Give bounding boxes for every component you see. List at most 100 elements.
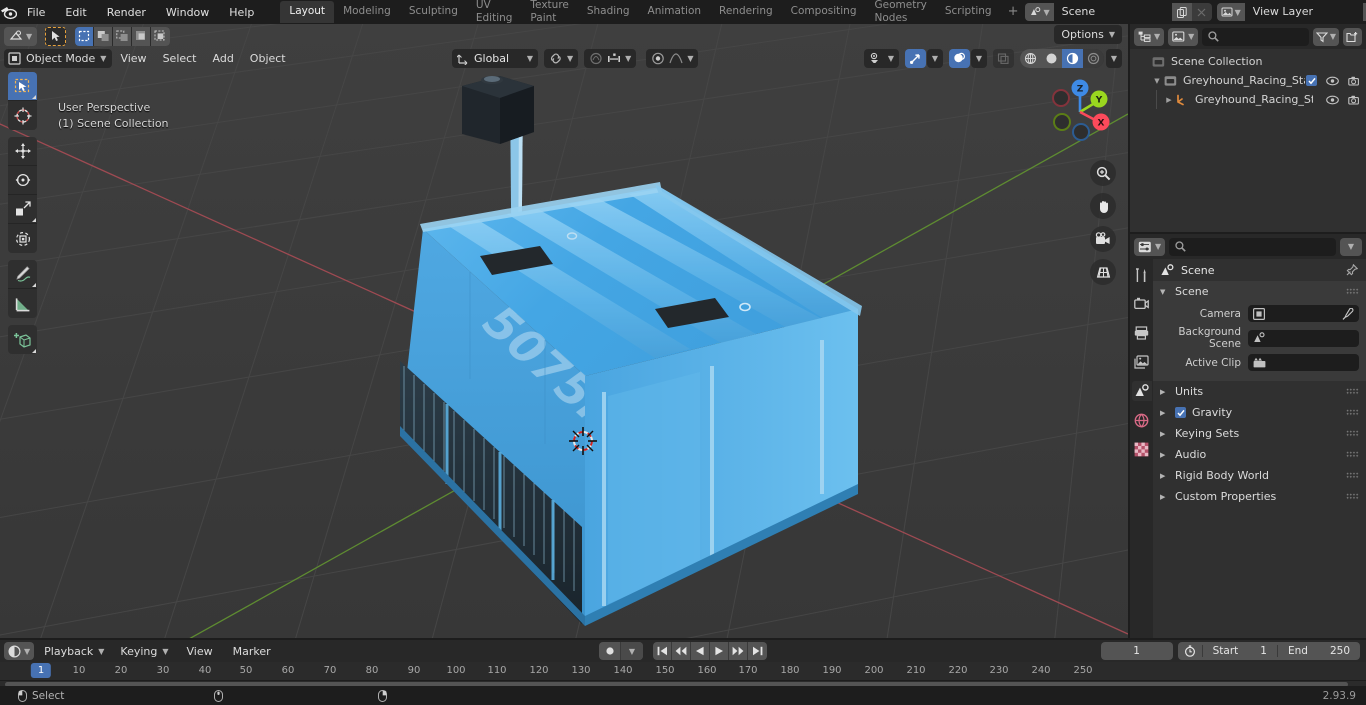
- panel-header-rigid-body-world[interactable]: ▶ Rigid Body World: [1153, 465, 1366, 486]
- viewport-options-button[interactable]: Options ▼: [1054, 25, 1122, 44]
- menu-help[interactable]: Help: [219, 3, 264, 22]
- expand-triangle-right-icon[interactable]: ▶: [1162, 96, 1176, 104]
- scene-new-button[interactable]: [1171, 3, 1192, 21]
- viewport-visibility-selector[interactable]: ▼: [863, 48, 899, 68]
- shading-dropdown[interactable]: ▼: [1106, 48, 1122, 68]
- properties-editor-type-icon[interactable]: ▼: [1134, 237, 1166, 256]
- shading-wireframe-button[interactable]: [1020, 48, 1041, 68]
- outliner-row-greyhound-collection[interactable]: ▼ Greyhound_Racing_Starting_B: [1130, 71, 1366, 90]
- view-layer-icon[interactable]: [1132, 352, 1152, 372]
- scene-browse-icon[interactable]: ▼: [1025, 3, 1054, 21]
- viewport-gizmos-toggle[interactable]: [905, 48, 926, 68]
- shading-rendered-button[interactable]: [1083, 48, 1104, 68]
- next-keyframe-icon[interactable]: [729, 642, 748, 660]
- tab-scripting[interactable]: Scripting: [936, 1, 1001, 23]
- disable-in-renders-camera-icon[interactable]: [1348, 95, 1361, 105]
- pin-icon[interactable]: [1346, 264, 1358, 276]
- shading-solid-button[interactable]: [1041, 48, 1062, 68]
- proportional-edit-group[interactable]: ▼: [584, 48, 637, 68]
- gravity-checkbox[interactable]: [1175, 407, 1186, 418]
- scene-icon[interactable]: [1131, 381, 1152, 401]
- pan-hand-icon[interactable]: [1090, 193, 1116, 219]
- outliner-editor[interactable]: ▼ ▼ ▼ Scene Collection ▼ Greyhound_Racin…: [1130, 24, 1366, 232]
- editor-type-selector[interactable]: ▼: [4, 26, 38, 46]
- timeline-editor-type-icon[interactable]: ▼: [4, 642, 35, 660]
- interaction-mode-selector[interactable]: Object Mode ▼: [4, 48, 113, 68]
- hide-in-viewport-eye-icon[interactable]: [1326, 76, 1339, 86]
- jump-start-icon[interactable]: [653, 642, 672, 660]
- tab-sculpting[interactable]: Sculpting: [400, 1, 467, 23]
- panel-header-gravity[interactable]: ▶ Gravity: [1153, 402, 1366, 423]
- outliner-display-mode-icon[interactable]: ▼: [1168, 27, 1199, 46]
- outliner-row-greyhound-object[interactable]: ▶ Greyhound_Racing_Start: [1130, 90, 1366, 109]
- viewport-menu-object[interactable]: Object: [242, 49, 294, 68]
- snap-target-selector[interactable]: ▼: [544, 48, 579, 68]
- annotate-tool-icon[interactable]: [8, 260, 37, 289]
- timeline-menu-view[interactable]: View: [179, 645, 221, 658]
- playback-dropdown[interactable]: Playback ▼: [38, 642, 111, 660]
- properties-search-input[interactable]: [1169, 237, 1336, 256]
- timeline-menu-marker[interactable]: Marker: [225, 645, 279, 658]
- shading-material-preview-button[interactable]: [1062, 48, 1083, 68]
- transform-orientation-selector[interactable]: Global ▼: [452, 48, 538, 68]
- tab-rendering[interactable]: Rendering: [710, 1, 782, 23]
- keying-dropdown[interactable]: Keying ▼: [114, 642, 175, 660]
- prev-keyframe-icon[interactable]: [672, 642, 691, 660]
- jump-end-icon[interactable]: [748, 642, 767, 660]
- scene-selector[interactable]: ▼ Scene: [1025, 3, 1212, 21]
- navigation-gizmo[interactable]: Z Y X: [1040, 72, 1120, 152]
- select-intersect-mode-icon[interactable]: [151, 26, 171, 46]
- ortho-persp-icon[interactable]: [1090, 259, 1116, 285]
- timeline-editor[interactable]: ▼ Playback ▼ Keying ▼ View Marker ▼ 1 St…: [0, 640, 1366, 687]
- panel-header-scene[interactable]: ▼ Scene: [1153, 281, 1366, 302]
- outliner-filter-icon[interactable]: ▼: [1312, 27, 1339, 46]
- tab-shading[interactable]: Shading: [578, 1, 639, 23]
- view-layer-name-field[interactable]: View Layer: [1244, 3, 1363, 21]
- 3d-viewport[interactable]: 5075m ▼ Object Mode ▼ View Select Add Ob…: [0, 24, 1128, 638]
- viewport-menu-select[interactable]: Select: [155, 49, 205, 68]
- current-frame-field[interactable]: 1: [1100, 642, 1173, 660]
- blender-logo-icon[interactable]: [0, 0, 17, 24]
- tab-animation[interactable]: Animation: [639, 1, 711, 23]
- proportional-falloff-group[interactable]: ▼: [646, 48, 699, 68]
- properties-editor[interactable]: ▼ ▼ Scene ▼ Scene Camera Background Scen…: [1130, 234, 1366, 638]
- auto-keying-dropdown[interactable]: ▼: [621, 642, 643, 660]
- eyedropper-icon[interactable]: [1342, 307, 1354, 320]
- measure-tool-icon[interactable]: [8, 289, 37, 318]
- viewport-gizmos-dropdown[interactable]: ▼: [927, 48, 943, 68]
- zoom-icon[interactable]: [1090, 160, 1116, 186]
- view-layer-selector[interactable]: ▼ View Layer: [1216, 3, 1366, 21]
- start-frame-field[interactable]: Start 1: [1203, 645, 1278, 657]
- view-layer-browse-icon[interactable]: ▼: [1216, 3, 1245, 21]
- outliner-row-scene-collection[interactable]: Scene Collection: [1130, 52, 1366, 71]
- cursor-tool-icon[interactable]: [8, 101, 37, 130]
- panel-header-custom-properties[interactable]: ▶ Custom Properties: [1153, 486, 1366, 507]
- render-icon[interactable]: [1132, 294, 1152, 314]
- add-workspace-button[interactable]: +: [1001, 3, 1026, 21]
- move-tool-icon[interactable]: [8, 137, 37, 166]
- viewport-menu-view[interactable]: View: [112, 49, 154, 68]
- transform-tool-icon[interactable]: [8, 224, 37, 253]
- tool-icon[interactable]: [1132, 265, 1152, 285]
- rotate-tool-icon[interactable]: [8, 166, 37, 195]
- menu-window[interactable]: Window: [156, 3, 219, 22]
- add-cube-tool-icon[interactable]: [8, 325, 37, 354]
- end-frame-field[interactable]: End 250: [1278, 645, 1360, 657]
- camera-field[interactable]: [1248, 305, 1359, 322]
- select-box-tool-icon[interactable]: [8, 72, 37, 101]
- xray-toggle[interactable]: [993, 48, 1014, 68]
- camera-view-icon[interactable]: [1090, 226, 1116, 252]
- expand-triangle-down-icon[interactable]: ▼: [1150, 77, 1164, 85]
- scene-delete-button[interactable]: [1191, 3, 1212, 21]
- timeline-ruler[interactable]: 1 10 20 30 40 50 60 70 80 90 100 110 120…: [0, 662, 1366, 680]
- exclude-checkbox[interactable]: [1306, 75, 1317, 86]
- disable-in-renders-camera-icon[interactable]: [1348, 76, 1361, 86]
- select-extend-mode-icon[interactable]: [94, 26, 114, 46]
- tab-modeling[interactable]: Modeling: [334, 1, 400, 23]
- scale-tool-icon[interactable]: [8, 195, 37, 224]
- menu-edit[interactable]: Edit: [55, 3, 96, 22]
- play-icon[interactable]: [710, 642, 729, 660]
- background-scene-field[interactable]: [1248, 329, 1359, 347]
- select-invert-mode-icon[interactable]: [132, 26, 152, 46]
- outliner-editor-type-icon[interactable]: ▼: [1134, 27, 1165, 46]
